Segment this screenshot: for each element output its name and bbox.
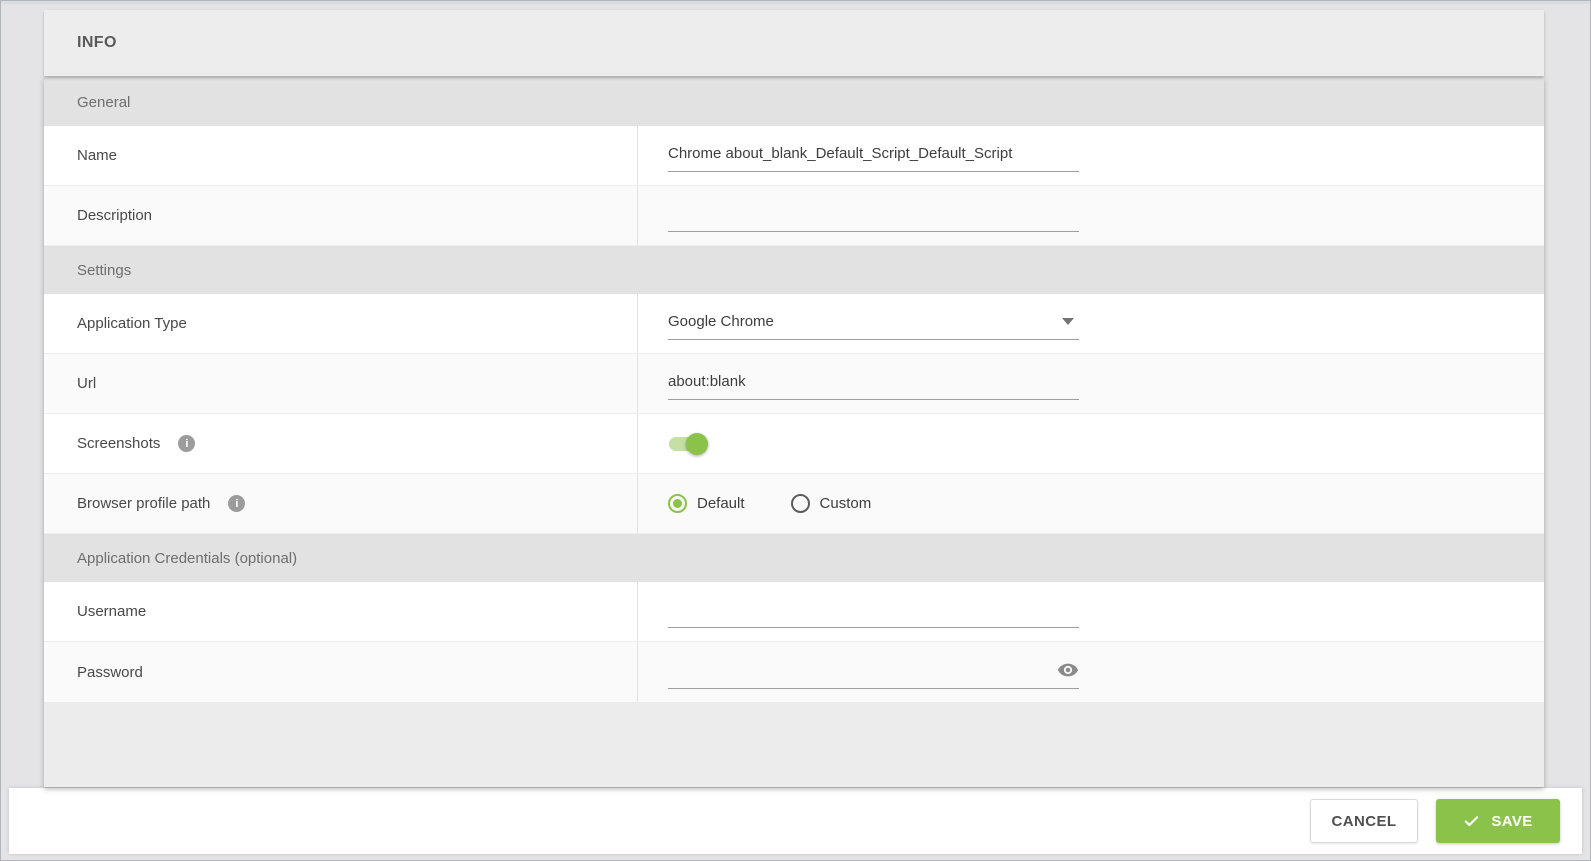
show-password-eye-icon[interactable] [1057, 659, 1079, 681]
checkmark-icon [1463, 813, 1480, 830]
browser-profile-path-radio-group: Default Custom [668, 494, 871, 513]
section-header-credentials-label: Application Credentials (optional) [77, 550, 297, 567]
url-label: Url [44, 354, 638, 413]
card-footer [44, 702, 1544, 787]
section-header-credentials: Application Credentials (optional) [44, 534, 1544, 582]
field-row-screenshots: Screenshots i [44, 414, 1544, 474]
toggle-knob [686, 433, 708, 455]
field-row-name: Name [44, 126, 1544, 186]
info-card: INFO General Name Description [44, 10, 1544, 787]
card-header: INFO [44, 10, 1544, 76]
password-input[interactable] [668, 656, 1079, 689]
chevron-down-icon [1062, 318, 1074, 325]
card-body: General Name Description [44, 78, 1544, 787]
field-row-url: Url [44, 354, 1544, 414]
application-type-select[interactable]: Google Chrome [668, 307, 1079, 340]
application-type-label: Application Type [44, 294, 638, 353]
section-header-general: General [44, 78, 1544, 126]
radio-option-custom[interactable]: Custom [791, 494, 872, 513]
save-button-label: SAVE [1491, 813, 1532, 830]
radio-selected-icon [668, 494, 687, 513]
url-input[interactable] [668, 367, 1079, 400]
screenshots-label: Screenshots [77, 435, 160, 452]
cancel-button[interactable]: CANCEL [1310, 799, 1418, 843]
radio-option-default[interactable]: Default [668, 494, 745, 513]
page-title: INFO [77, 34, 117, 52]
window-top-strip [1, 1, 1590, 4]
password-label: Password [44, 642, 638, 702]
section-header-general-label: General [77, 94, 130, 111]
field-row-password: Password [44, 642, 1544, 702]
cancel-button-label: CANCEL [1332, 813, 1397, 830]
field-row-username: Username [44, 582, 1544, 642]
description-label: Description [44, 186, 638, 245]
screenshots-toggle[interactable] [668, 433, 708, 455]
field-row-description: Description [44, 186, 1544, 246]
field-row-browser-profile-path: Browser profile path i Default Custom [44, 474, 1544, 534]
radio-unselected-icon [791, 494, 810, 513]
name-label: Name [44, 126, 638, 185]
radio-default-label: Default [697, 495, 745, 512]
save-button[interactable]: SAVE [1436, 799, 1560, 843]
browser-profile-path-label: Browser profile path [77, 495, 210, 512]
section-header-settings: Settings [44, 246, 1544, 294]
description-input[interactable] [668, 199, 1079, 232]
username-input[interactable] [668, 595, 1079, 628]
username-label: Username [44, 582, 638, 641]
name-input[interactable] [668, 139, 1079, 172]
info-icon[interactable]: i [228, 495, 245, 512]
radio-custom-label: Custom [820, 495, 872, 512]
field-row-application-type: Application Type Google Chrome [44, 294, 1544, 354]
app-window: INFO General Name Description [0, 0, 1591, 861]
section-header-settings-label: Settings [77, 262, 131, 279]
info-icon[interactable]: i [178, 435, 195, 452]
action-bar: CANCEL SAVE [9, 788, 1582, 854]
application-type-selected-value: Google Chrome [668, 313, 774, 330]
